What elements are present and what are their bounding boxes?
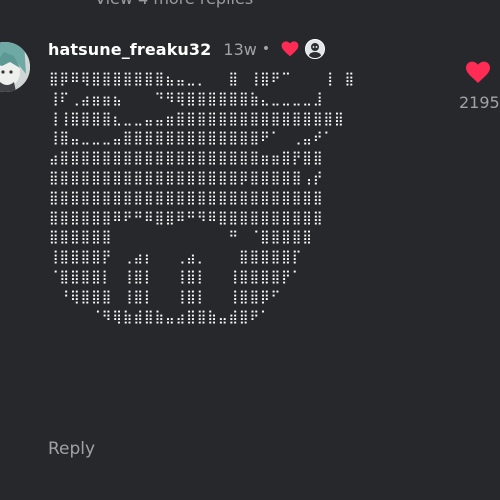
art-line: ⣿⣿⣿⣿⣿⣿⣿⣿⣿⣿⣿⣿⣿⣿⣿⣿⣿⣿⣿⣿⣿⣿⣿⣿⣿⣿ <box>49 190 324 206</box>
art-line: ⠈⣿⣿⣿⣿⡇⠀⢸⣿⡇⠀⠀⢸⣿⡇⠀⠀⢸⣿⣿⣿⣿⡟⠁ <box>49 269 303 285</box>
art-line: ⢸⣿⣿⣿⣿⡟⠀⢀⣴⡆⠀⠀⢀⣴⡀⠀⠀⠀⣿⣿⣿⣿⣿⡏ <box>49 250 303 266</box>
art-line: ⣿⡿⠿⢿⣿⣿⣿⣿⣿⣿⣿⣦⣤⣀⡀⠀⠀⣿⠀⢸⣿⠟⠉⠀⠀⠀⢸⠀⣿ <box>49 72 356 87</box>
separator-dot: • <box>261 41 271 57</box>
username[interactable]: hatsune_freaku32 <box>48 40 211 59</box>
like-count: 2195 <box>459 93 500 112</box>
comment-header: hatsune_freaku32 13w • <box>48 37 326 61</box>
art-line: ⢸⢸⣿⣿⣿⣿⣆⣀⣀⣤⣤⣶⣿⣿⣿⣿⣿⣿⣿⣿⣿⣿⣿⣿⣿⣿⣿⣿ <box>49 111 345 127</box>
creator-liked-heart-icon <box>281 41 299 57</box>
timestamp: 13w <box>223 39 257 59</box>
art-line: ⣿⣿⣿⣿⣿⣿⠿⠟⠛⠿⣿⣿⠿⠛⠻⠿⣿⣿⣿⣿⣿⣿⣿⣿⣿⣿ <box>49 210 324 226</box>
art-line: ⣴⣿⣿⣿⣿⣿⣿⣿⣿⣿⣿⣿⣿⣿⣿⣿⣿⣿⣿⣿⣶⣶⣿⡟⣿⣿ <box>49 151 324 167</box>
art-line: ⠀⠘⢿⣿⣿⣿⠀⢸⣿⡇⠀⠀⢸⣿⡇⠀⠀⢸⣿⣿⡿⠋⠀⠀ <box>49 289 303 305</box>
art-line: ⢸⣿⣤⣀⣀⣀⣤⣿⣿⣿⣿⣿⣿⣿⣿⣿⣿⣿⣿⣿⠟⠁⠀⢀⣤⠞⠁ <box>49 131 335 147</box>
ascii-art-comment-body: ⣿⡿⠿⢿⣿⣿⣿⣿⣿⣿⣿⣦⣤⣀⡀⠀⠀⣿⠀⢸⣿⠟⠉⠀⠀⠀⢸⠀⣿ ⢸⠏⢀⣴⣶⣶⣦⠀⠀⠀… <box>49 70 355 327</box>
reply-button[interactable]: Reply <box>48 439 95 459</box>
art-line: ⠀⠀⠀⠀⠈⠻⢿⣷⣾⣿⣷⣤⣴⣿⣿⣷⣤⣾⣿⠟⠁⠀⠀⠀ <box>49 309 303 325</box>
creator-avatar <box>305 39 326 59</box>
avatar[interactable] <box>0 42 30 92</box>
avatar-image <box>0 42 30 92</box>
like-heart-icon[interactable] <box>465 61 491 88</box>
art-line: ⣿⣿⣿⣿⣿⣿⠀⠀⠀⠀⠀⠀⠀⠀⠀⠀⠀⠛⠀⠈⣿⣿⣿⣿⣿ <box>49 230 313 246</box>
comment-screen: View 4 more replies hatsune_freaku32 13w… <box>0 0 500 500</box>
art-line: ⢸⠏⢀⣴⣶⣶⣦⠀⠀⠀⠙⠻⢿⣿⣿⣿⣿⣿⣿⣷⣄⣀⣀⣀⣀⣸⠀ <box>49 91 335 107</box>
art-line: ⣿⣿⣿⣿⣿⣿⣿⣿⣿⣿⣿⣿⣿⣿⣿⣿⣿⣿⡿⣿⣿⣿⣿⣿⢠⡞ <box>49 170 324 186</box>
view-more-replies-link[interactable]: View 4 more replies <box>95 0 253 8</box>
